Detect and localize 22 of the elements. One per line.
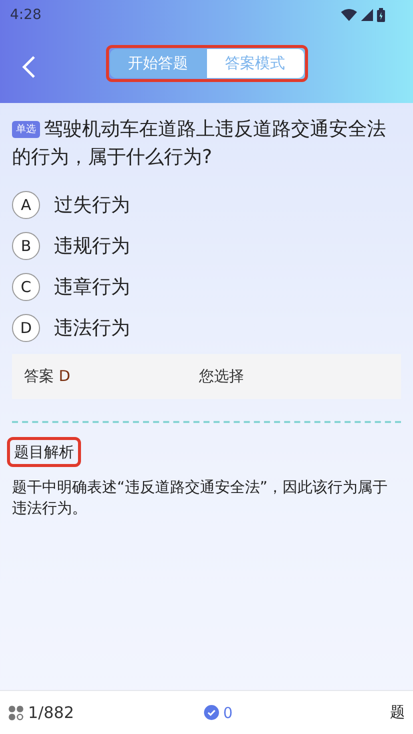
option-text[interactable]: 过失行为 [54, 192, 130, 218]
option-letter[interactable]: A [12, 191, 40, 219]
option-letter[interactable]: D [12, 314, 40, 342]
option-text[interactable]: 违规行为 [54, 233, 130, 259]
correct-count: 0 [223, 704, 233, 722]
battery-icon [377, 8, 385, 22]
option-text[interactable]: 违章行为 [54, 274, 130, 300]
analysis-text: 题干中明确表述“违反道路交通安全法”，因此该行为属于违法行为。 [12, 477, 389, 519]
option-letter[interactable]: B [12, 232, 40, 260]
analysis-title: 题目解析 [14, 443, 74, 461]
signal-icon [361, 9, 373, 21]
question-type-tag: 单选 [12, 121, 40, 138]
answer-label: 答案 D [24, 367, 72, 386]
option-text[interactable]: 违法行为 [54, 315, 130, 341]
question-text: 单选 驾驶机动车在道路上违反道路交通安全法的行为，属于什么行为? [12, 117, 387, 170]
option-letter[interactable]: C [12, 273, 40, 301]
bottom-label[interactable]: 题 [390, 703, 405, 722]
your-choice-label: 您选择 [199, 367, 244, 386]
status-time: 4:28 [10, 7, 42, 23]
grid-icon [8, 704, 24, 720]
check-icon [204, 705, 220, 720]
wifi-icon [341, 9, 357, 21]
